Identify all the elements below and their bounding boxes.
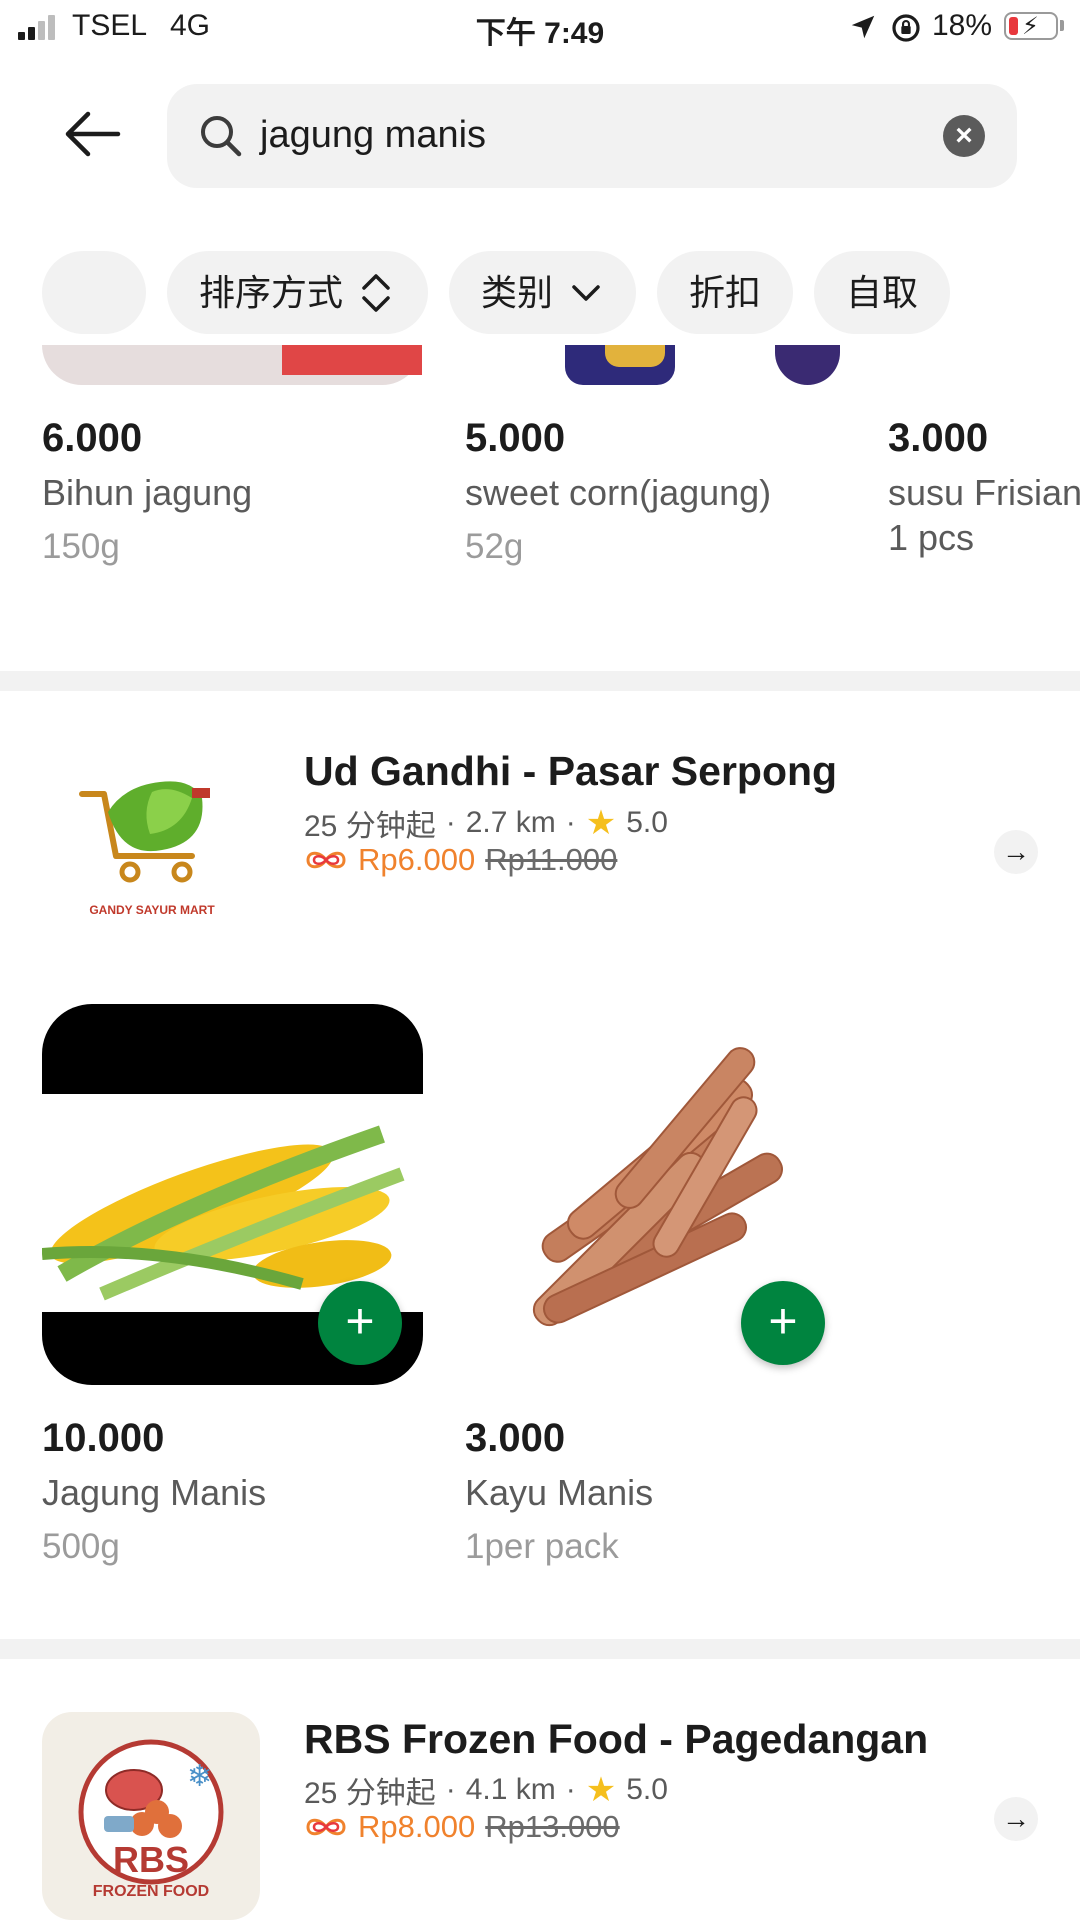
rotation-lock-icon xyxy=(892,14,920,42)
promo-price: Rp6.000 xyxy=(358,842,476,877)
star-icon: ★ xyxy=(585,804,617,842)
star-icon: ★ xyxy=(585,1771,617,1809)
product-price: 3.000 xyxy=(888,416,989,460)
store-meta: 25 分钟起 · 4.1 km · ★ 5.0 xyxy=(304,1768,668,1812)
battery-percent: 18% xyxy=(932,9,993,42)
clear-icon[interactable]: × xyxy=(943,115,985,157)
store-promo: Rp6.000 Rp11.000 xyxy=(304,842,617,878)
product-name: Jagung Manis xyxy=(42,1472,267,1513)
product-price: 6.000 xyxy=(42,416,143,460)
back-arrow-icon[interactable] xyxy=(64,110,122,158)
store-eta: 25 分钟起 xyxy=(304,810,436,843)
corn-image xyxy=(42,1125,405,1301)
original-price: Rp11.000 xyxy=(485,842,618,877)
add-to-cart-button[interactable]: + xyxy=(318,1281,402,1365)
product-image-partial[interactable] xyxy=(565,345,845,385)
product-name: Bihun jagung xyxy=(42,472,253,513)
battery-icon: ⚡ xyxy=(1004,12,1058,40)
pickup-label: 自取 xyxy=(846,272,919,313)
store-meta: 25 分钟起 · 2.7 km · ★ 5.0 xyxy=(304,801,668,845)
product-weight: 500g xyxy=(42,1527,120,1566)
cart-logo-icon: GANDY SAYUR MART xyxy=(79,781,215,917)
store-eta: 25 分钟起 xyxy=(304,1777,436,1810)
store-logo-text: RBS xyxy=(113,1839,189,1880)
store-promo: Rp8.000 Rp13.000 xyxy=(304,1809,620,1845)
rbs-logo-icon: ❄ RBS FROZEN FOOD xyxy=(78,1739,224,1900)
search-icon xyxy=(201,116,242,157)
store-distance: 4.1 km xyxy=(465,1773,556,1806)
product-image-partial[interactable] xyxy=(42,345,422,385)
product-price: 3.000 xyxy=(465,1416,566,1460)
store-logo[interactable]: GANDY SAYUR MART xyxy=(42,738,262,938)
product-name: sweet corn(jagung) xyxy=(465,472,772,513)
category-filter-button[interactable]: 类别 xyxy=(449,251,636,334)
separator-dot: · xyxy=(565,1773,576,1806)
product-name: susu Frisian xyxy=(888,472,1080,513)
promo-icon xyxy=(306,1818,346,1836)
product-weight: 1per pack xyxy=(465,1527,619,1566)
battery-nub xyxy=(1060,20,1064,31)
search-input[interactable]: jagung manis xyxy=(260,114,486,157)
store-logo-text: GANDY SAYUR MART xyxy=(89,903,215,917)
original-price: Rp13.000 xyxy=(485,1809,620,1844)
sort-label: 排序方式 xyxy=(199,272,344,313)
arrow-right-icon[interactable]: → xyxy=(994,830,1038,874)
separator-dot: · xyxy=(445,806,456,839)
store-logo-subtext: FROZEN FOOD xyxy=(93,1883,209,1900)
store-name[interactable]: Ud Gandhi - Pasar Serpong xyxy=(304,748,837,795)
add-to-cart-button[interactable]: + xyxy=(741,1281,825,1365)
store-logo[interactable]: ❄ RBS FROZEN FOOD xyxy=(42,1712,260,1920)
separator-dot: · xyxy=(445,1773,456,1806)
section-divider xyxy=(0,1639,1080,1659)
sort-icon xyxy=(362,274,390,312)
promo-price: Rp8.000 xyxy=(358,1809,476,1844)
product-weight: 52g xyxy=(465,527,524,566)
store-rating: 5.0 xyxy=(626,1773,668,1806)
filter-chip-blank[interactable] xyxy=(42,251,146,334)
store-distance: 2.7 km xyxy=(465,806,556,839)
separator-dot: · xyxy=(565,806,576,839)
store-name[interactable]: RBS Frozen Food - Pagedangan xyxy=(304,1716,928,1763)
product-price: 5.000 xyxy=(465,416,566,460)
arrow-right-icon[interactable]: → xyxy=(994,1797,1038,1841)
section-divider xyxy=(0,671,1080,691)
product-name: Kayu Manis xyxy=(465,1472,654,1513)
discount-label: 折扣 xyxy=(689,272,762,313)
pickup-filter-button[interactable]: 自取 xyxy=(814,251,950,334)
product-weight: 1 pcs xyxy=(888,517,975,558)
product-weight: 150g xyxy=(42,527,120,566)
product-price: 10.000 xyxy=(42,1416,165,1460)
search-bar[interactable]: jagung manis × xyxy=(167,84,1017,188)
status-bar: TSEL 4G 下午 7:49 18% ⚡ xyxy=(0,0,1080,56)
chevron-down-icon xyxy=(572,285,600,301)
sort-button[interactable]: 排序方式 xyxy=(167,251,428,334)
svg-text:❄: ❄ xyxy=(187,1759,212,1794)
store-rating: 5.0 xyxy=(626,806,668,839)
category-label: 类别 xyxy=(481,272,554,313)
discount-filter-button[interactable]: 折扣 xyxy=(657,251,793,334)
promo-icon xyxy=(306,851,346,869)
location-arrow-icon xyxy=(851,15,875,39)
